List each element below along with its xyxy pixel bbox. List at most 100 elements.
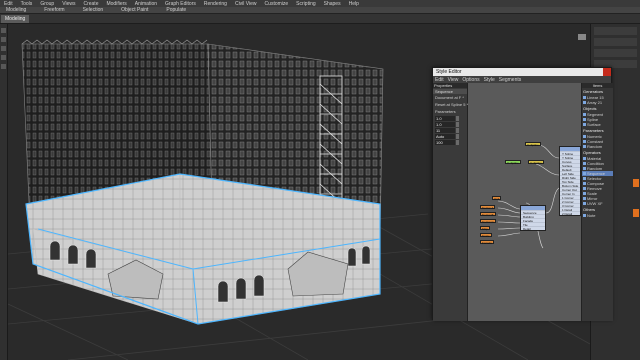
menu-view[interactable]: View [446,77,461,83]
menu-help[interactable]: Help [345,1,363,7]
category-generators: Generators [583,89,604,94]
item-label: Random [587,144,603,149]
menu-options[interactable]: Options [460,77,481,83]
spinner-icon[interactable] [456,128,459,133]
param-value-input[interactable]: Auto [435,134,455,139]
items-panel: Items Generators Linear 15 Array 21 Obje… [581,83,613,321]
generator-icon [583,96,586,99]
building-style-node[interactable]: Y Spline Y Spline Curves Surface Default… [559,146,581,216]
item-label: Surface [587,122,601,127]
tab-modeling[interactable]: Modeling [0,7,38,13]
ribbon-tabs: Modeling Freeform Selection Object Paint… [0,7,640,14]
scale-tool-icon[interactable] [1,55,6,60]
param-value-input[interactable]: 11 [435,128,455,133]
parameter-node[interactable]: Sector B [480,212,496,217]
parameter-node[interactable]: Sector C [480,219,496,224]
spinner-icon[interactable] [456,116,459,121]
generator-icon [583,101,586,104]
menu-scripting[interactable]: Scripting [292,1,319,7]
node-port: Bottom Side [560,183,580,187]
properties-header: Properties [433,83,467,88]
close-window-button[interactable] [603,68,611,76]
viewport-nav-controls [578,34,586,40]
menu-edit[interactable]: Edit [433,77,446,83]
color-swatch[interactable] [633,179,639,187]
tab-selection[interactable]: Selection [77,7,116,13]
active-ribbon-tab[interactable]: Modeling [1,14,30,23]
command-panel-row[interactable] [594,49,637,57]
operator-icon [583,202,586,205]
param-field: 100 [435,140,465,145]
item-label: Note [587,213,596,218]
menu-style[interactable]: Style [482,77,497,83]
menu-edit[interactable]: Edit [0,1,17,7]
menu-views[interactable]: Views [58,1,79,7]
node-graph[interactable]: Y: Spline Y: Spline Y: Spline Unit Secto… [468,83,581,321]
node-port: Detail [521,226,545,230]
command-panel-row[interactable] [594,38,637,46]
category-others: Others [583,207,596,212]
parameter-icon [583,140,586,143]
style-editor-title: Style Editor [433,68,611,76]
param-field: 1.0 [435,122,465,127]
spinner-icon[interactable] [456,140,459,145]
menu-segments[interactable]: Segments [497,77,524,83]
parameter-node[interactable]: Scale [480,233,492,238]
operator-icon [583,157,586,160]
move-tool-icon[interactable] [1,37,6,42]
spinner-icon[interactable] [456,122,459,127]
param-value-input[interactable]: 100 [435,140,455,145]
style-editor-body: Properties Sequence Document at F * Rese… [433,83,613,321]
spline-node[interactable]: Y: Spline [505,160,521,165]
object-icon [583,113,586,116]
style-editor-window: Style Editor Edit View Options Style Seg… [432,67,613,321]
menu-group[interactable]: Group [36,1,58,7]
tab-populate[interactable]: Populate [160,7,198,13]
select-tool-icon[interactable] [1,28,6,33]
note-icon [583,214,586,217]
spline-node[interactable]: Y: Spline [528,160,544,165]
link-tool-icon[interactable] [1,64,6,69]
tab-freeform[interactable]: Freeform [38,7,76,13]
operator-icon [583,197,586,200]
menu-create[interactable]: Create [79,1,102,7]
command-panel-tabs[interactable] [594,27,637,35]
operator-icon [583,162,586,165]
style-editor-menu: Edit View Options Style Segments [433,76,611,83]
document-label: Document at F * [435,95,464,100]
menu-civil-view[interactable]: Civil View [231,1,261,7]
menu-animation[interactable]: Animation [131,1,161,7]
parameter-node[interactable]: Sector A [480,205,496,210]
color-swatch[interactable] [633,209,639,217]
category-operators: Operators [583,150,601,155]
operator-icon [583,187,586,190]
menu-shapes[interactable]: Shapes [320,1,345,7]
menu-tools[interactable]: Tools [17,1,37,7]
menu-modifiers[interactable]: Modifiers [102,1,130,7]
spinner-icon[interactable] [456,134,459,139]
item-note[interactable]: Note [582,213,613,218]
operator-icon [583,182,586,185]
object-icon [583,118,586,121]
spline-node[interactable]: Y: Spline [525,142,541,147]
menu-rendering[interactable]: Rendering [200,1,231,7]
param-value-input[interactable]: 1.0 [435,122,455,127]
parameter-node[interactable]: Facade [480,240,495,245]
param-field: Auto [435,134,465,139]
rotate-tool-icon[interactable] [1,46,6,51]
object-icon [583,123,586,126]
menu-customize[interactable]: Customize [261,1,293,7]
operator-icon [583,177,586,180]
parameter-node[interactable]: Unit [492,196,502,201]
maximize-viewport-icon[interactable] [578,34,586,40]
param-value-input[interactable]: 1.0 [435,116,455,121]
parameter-icon [583,135,586,138]
tab-object-paint[interactable]: Object Paint [115,7,160,13]
item-label: Array 21 [587,100,603,105]
menu-graph-editors[interactable]: Graph Editors [161,1,200,7]
left-toolbar [0,24,8,360]
parameter-node[interactable]: Ship [480,226,491,231]
sequence-node[interactable]: Sequence Building Facade Tile Detail [520,205,546,231]
param-field: 11 [435,128,465,133]
category-objects: Objects [583,106,597,111]
